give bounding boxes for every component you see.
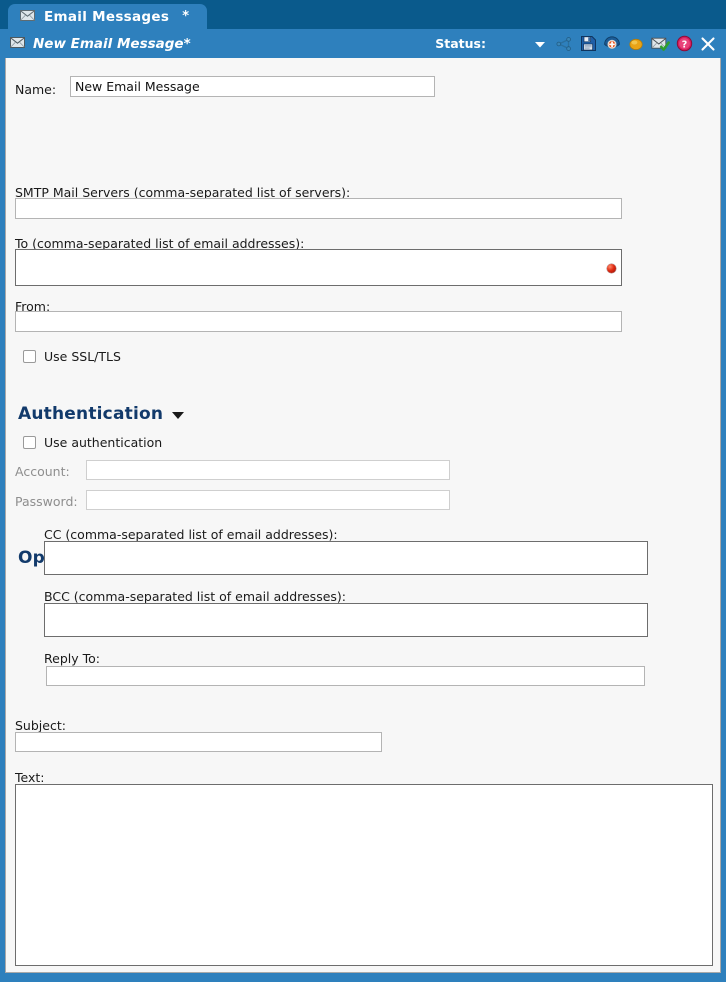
name-label: Name: [15, 82, 57, 97]
envelope-icon [20, 9, 35, 25]
status-label: Status: [435, 36, 486, 51]
use-authentication-checkbox-row[interactable]: Use authentication [23, 435, 162, 450]
to-input[interactable] [15, 249, 622, 286]
name-input[interactable] [70, 76, 435, 97]
orange-status-dot-icon[interactable] [625, 33, 647, 55]
bcc-input[interactable] [44, 603, 648, 637]
close-x-icon[interactable] [697, 33, 719, 55]
reply-to-input[interactable] [46, 666, 645, 686]
use-ssl-tls-checkbox-row[interactable]: Use SSL/TLS [23, 349, 121, 364]
header-title-group: New Email Message* [10, 36, 191, 52]
smtp-servers-input[interactable] [15, 198, 622, 219]
bcc-label: BCC (comma-separated list of email addre… [44, 589, 347, 604]
svg-text:?: ? [681, 39, 687, 50]
account-input[interactable] [86, 460, 450, 480]
reply-to-label: Reply To: [44, 651, 100, 666]
header-toolbar: Status: ? [435, 33, 726, 55]
to-required-indicator [607, 264, 616, 273]
page-title: New Email Message* [33, 35, 191, 52]
deploy-parachute-icon[interactable] [601, 33, 623, 55]
window-rail-bottom [0, 973, 726, 982]
cc-input[interactable] [44, 541, 648, 575]
use-authentication-label: Use authentication [44, 435, 163, 450]
save-floppy-icon[interactable] [577, 33, 599, 55]
text-input[interactable] [15, 784, 713, 966]
use-authentication-checkbox[interactable] [23, 436, 36, 449]
share-graph-icon[interactable] [553, 33, 575, 55]
subject-input[interactable] [15, 732, 382, 752]
tab-modified-marker: * [182, 9, 190, 24]
authentication-section-header[interactable]: Authentication [18, 404, 185, 424]
tab-label: Email Messages [44, 8, 170, 25]
window-rail-right [721, 58, 726, 982]
help-question-icon[interactable]: ? [673, 33, 695, 55]
use-ssl-tls-label: Use SSL/TLS [44, 349, 121, 364]
subject-label: Subject: [15, 718, 66, 733]
use-ssl-tls-checkbox[interactable] [23, 350, 36, 363]
send-mail-check-icon[interactable] [649, 33, 671, 55]
form-panel: Name: SMTP Mail Servers (comma-separated… [5, 58, 721, 973]
account-label: Account: [15, 464, 70, 479]
password-input[interactable] [86, 490, 450, 510]
header-bar: New Email Message* Status: ? [0, 29, 726, 58]
email-message-form: Name: SMTP Mail Servers (comma-separated… [6, 58, 720, 972]
email-message-window: Email Messages * New Email Message* Stat… [0, 0, 726, 982]
password-label: Password: [15, 494, 78, 509]
envelope-icon [10, 36, 25, 52]
authentication-title: Authentication [18, 404, 164, 424]
text-label: Text: [15, 770, 45, 785]
cc-label: CC (comma-separated list of email addres… [44, 527, 338, 542]
from-input[interactable] [15, 311, 622, 332]
chevron-down-icon[interactable] [172, 412, 185, 419]
tab-strip: Email Messages * [0, 0, 726, 29]
tab-email-messages[interactable]: Email Messages * [8, 4, 208, 29]
status-dropdown-caret-icon[interactable] [529, 33, 551, 55]
